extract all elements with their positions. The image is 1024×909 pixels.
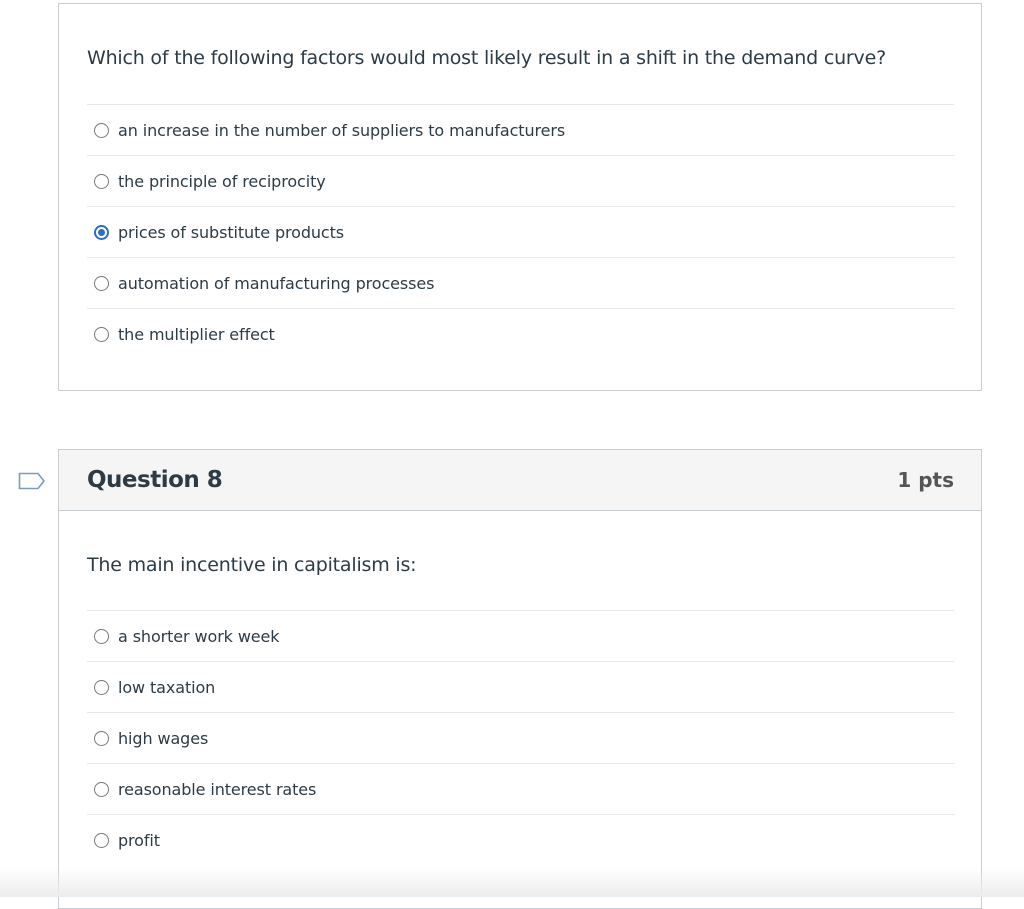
- answer-option[interactable]: automation of manufacturing processes: [87, 257, 954, 308]
- answer-label: an increase in the number of suppliers t…: [118, 120, 566, 140]
- radio-button-selected[interactable]: [94, 224, 109, 240]
- answer-label: prices of substitute products: [118, 222, 345, 242]
- radio-button[interactable]: [94, 832, 109, 848]
- question-text: The main incentive in capitalism is:: [87, 554, 417, 576]
- answer-option[interactable]: the principle of reciprocity: [87, 155, 954, 206]
- answer-label: reasonable interest rates: [118, 779, 317, 799]
- flag-outline-icon[interactable]: [18, 472, 46, 490]
- radio-button[interactable]: [94, 730, 109, 746]
- answer-option[interactable]: prices of substitute products: [87, 206, 954, 257]
- answer-label: the principle of reciprocity: [118, 171, 326, 191]
- radio-button[interactable]: [94, 275, 109, 291]
- answer-label: low taxation: [118, 677, 216, 697]
- answer-label: high wages: [118, 728, 209, 748]
- answer-label: a shorter work week: [118, 626, 280, 646]
- question-card-8: Question 8 1 pts The main incentive in c…: [58, 449, 982, 909]
- answer-list: an increase in the number of suppliers t…: [87, 104, 954, 359]
- answer-label: the multiplier effect: [118, 324, 275, 344]
- answer-option[interactable]: low taxation: [87, 661, 954, 712]
- radio-button[interactable]: [94, 628, 109, 644]
- radio-button[interactable]: [94, 781, 109, 797]
- answer-option[interactable]: profit: [87, 814, 954, 865]
- question-title: Question 8: [87, 467, 223, 493]
- answer-option[interactable]: high wages: [87, 712, 954, 763]
- answer-label: profit: [118, 830, 160, 850]
- radio-button[interactable]: [94, 173, 109, 189]
- answer-list: a shorter work week low taxation high wa…: [87, 610, 954, 865]
- answer-option[interactable]: reasonable interest rates: [87, 763, 954, 814]
- answer-option[interactable]: a shorter work week: [87, 610, 954, 661]
- radio-button[interactable]: [94, 122, 109, 138]
- radio-button[interactable]: [94, 326, 109, 342]
- answer-label: automation of manufacturing processes: [118, 273, 435, 293]
- question-points: 1 pts: [897, 468, 954, 492]
- radio-button[interactable]: [94, 679, 109, 695]
- answer-option[interactable]: the multiplier effect: [87, 308, 954, 359]
- question-header: Question 8 1 pts: [59, 450, 981, 511]
- question-text: Which of the following factors would mos…: [87, 47, 886, 69]
- question-card-7: Which of the following factors would mos…: [58, 3, 982, 391]
- answer-option[interactable]: an increase in the number of suppliers t…: [87, 104, 954, 155]
